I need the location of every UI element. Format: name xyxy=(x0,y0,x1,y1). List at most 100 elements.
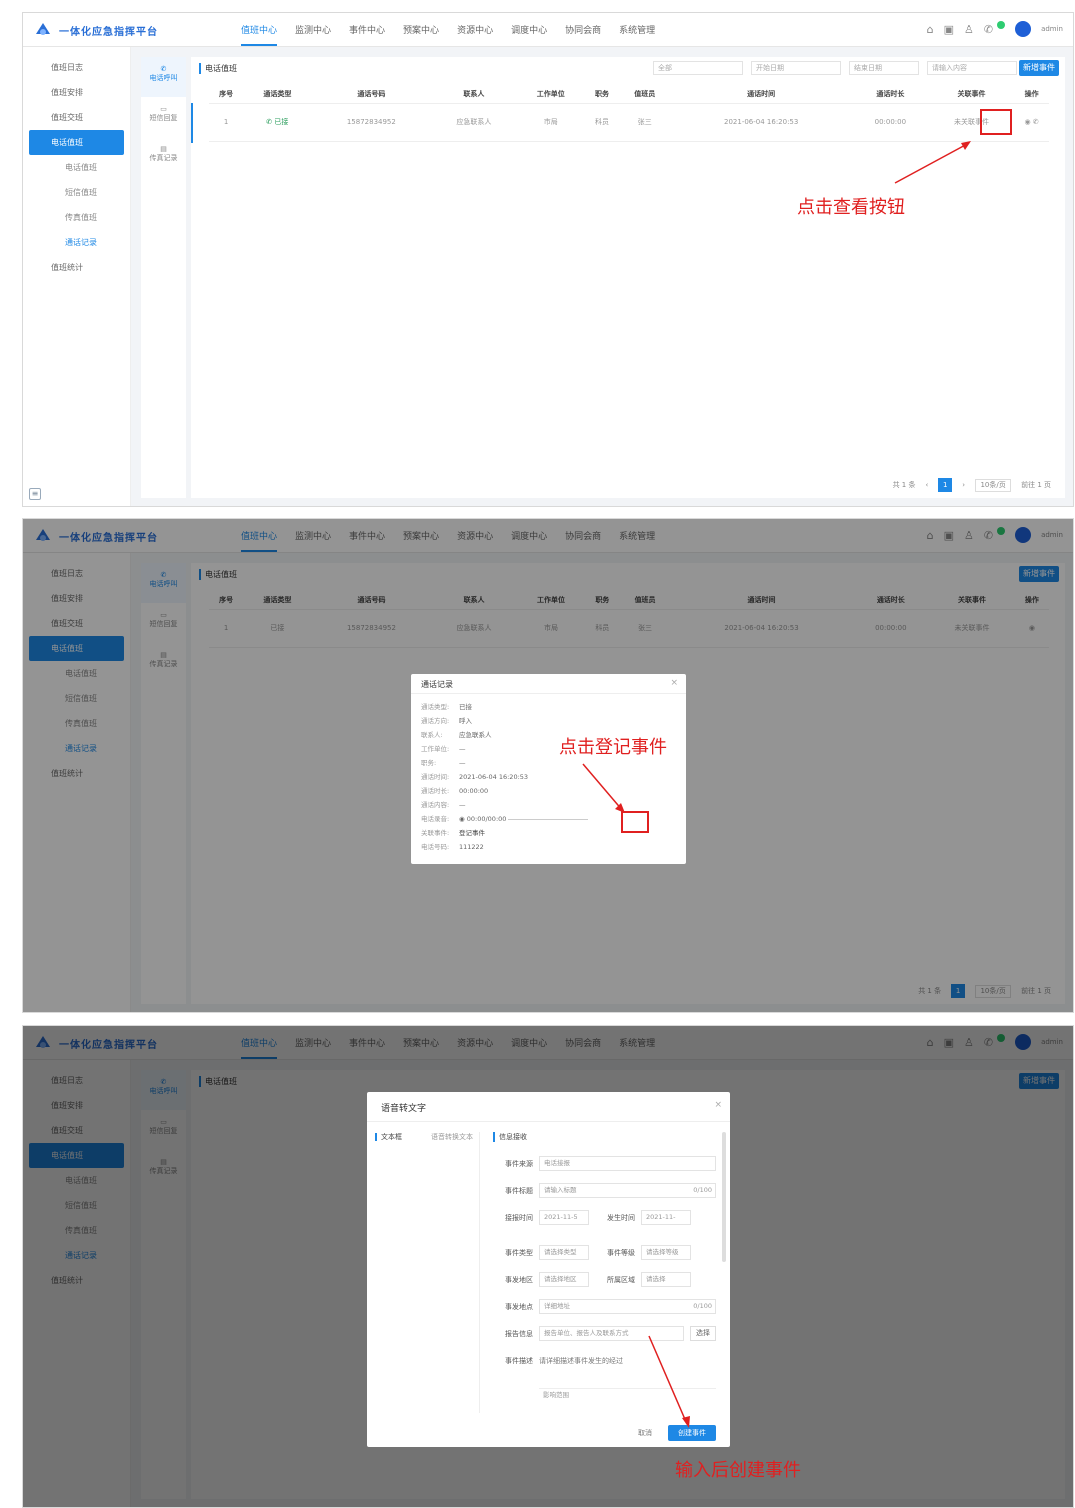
nav-item[interactable]: 调度中心 xyxy=(511,23,547,46)
event-level-select[interactable]: 请选择等级 xyxy=(641,1245,691,1260)
close-icon[interactable]: × xyxy=(714,1100,722,1110)
select-button[interactable]: 选择 xyxy=(690,1326,716,1341)
field-label: 接报时间 xyxy=(505,1213,533,1222)
location-input[interactable]: 详细地址 0/100 xyxy=(539,1299,716,1314)
col-header: 工作单位 xyxy=(536,89,565,98)
pagination: 共 1 条 ‹ 1 › 10条/页 前往 1 页 xyxy=(893,478,1051,492)
page-size-select[interactable]: 10条/页 xyxy=(975,478,1012,492)
event-title-input[interactable]: 请输入标题 0/100 xyxy=(539,1183,716,1198)
status-dot-icon xyxy=(997,21,1006,29)
sidebar-subitem[interactable]: 短信值班 xyxy=(23,180,130,205)
date-start-input[interactable]: 开始日期 xyxy=(751,61,841,75)
top-icons: ⌂ ▣ ♙ ✆ admin xyxy=(927,21,1063,37)
nav-item[interactable]: 监测中心 xyxy=(295,23,331,46)
phone-icon[interactable]: ✆ xyxy=(984,23,993,36)
nav-item[interactable]: 资源中心 xyxy=(457,23,493,46)
nav-item[interactable]: 协同会商 xyxy=(565,23,601,46)
cell: ✆ 已接 xyxy=(243,102,312,142)
event-source-input[interactable]: 电话接报 xyxy=(539,1156,716,1171)
prev-icon[interactable]: ‹ xyxy=(925,481,928,489)
field-key: 关联事件: xyxy=(421,829,450,837)
table-row[interactable]: 1 ✆ 已接 15872834952 应急联系人 市局 科员 张三 2021-0… xyxy=(209,102,1049,142)
form-row: 事件来源 电话接报 xyxy=(493,1150,716,1177)
main-content: 电话值班 全部 开始日期 结束日期 请输入内容 新增事件 序号 通话类型 通话号… xyxy=(191,57,1065,498)
sidebar-item[interactable]: 值班日志 xyxy=(23,55,130,80)
subnav-label: 短信回复 xyxy=(149,114,178,122)
cell: 应急联系人 xyxy=(431,102,517,142)
screenshot-panel-3: 一体化应急指挥平台 值班中心 监测中心 事件中心 预案中心 资源中心 调度中心 … xyxy=(22,1025,1074,1508)
sidebar-item[interactable]: 值班统计 xyxy=(23,255,130,280)
app-logo-icon xyxy=(36,23,50,35)
date-end-input[interactable]: 结束日期 xyxy=(849,61,919,75)
field-key: 联系人: xyxy=(421,731,443,739)
form-row: 事件标题 请输入标题 0/100 xyxy=(493,1177,716,1204)
nav-item[interactable]: 预案中心 xyxy=(403,23,439,46)
page-number[interactable]: 1 xyxy=(938,478,953,492)
field-label: 发生时间 xyxy=(607,1213,635,1222)
create-event-button[interactable]: 创建事件 xyxy=(668,1425,716,1441)
field-label: 事件标题 xyxy=(505,1186,533,1195)
subnav-item[interactable]: ▭短信回复 xyxy=(141,97,186,137)
char-count: 0/100 xyxy=(693,1186,712,1194)
home-icon[interactable]: ⌂ xyxy=(927,23,934,36)
col-header: 值班员 xyxy=(634,89,656,98)
record-field: 通话时长: 00:00:00 xyxy=(411,784,686,798)
region-select[interactable]: 请选择地区 xyxy=(539,1272,589,1287)
username[interactable]: admin xyxy=(1041,25,1063,33)
close-icon[interactable]: × xyxy=(670,678,678,688)
col-header: 关联事件 xyxy=(957,89,986,98)
audio-time: 00:00/00:00 xyxy=(466,815,507,823)
sidebar-item[interactable]: 值班交班 xyxy=(23,105,130,130)
description-text[interactable]: 请详细描述事件发生的经过 xyxy=(539,1356,623,1366)
field-key: 通话时长: xyxy=(421,787,450,795)
view-icon[interactable]: ◉ xyxy=(1024,118,1030,126)
report-time-input[interactable]: 2021-11-5 xyxy=(539,1210,589,1225)
sidebar-subitem-selected[interactable]: 通话记录 xyxy=(23,230,130,255)
scrollbar[interactable] xyxy=(722,1132,726,1262)
nav-item[interactable]: 系统管理 xyxy=(619,23,655,46)
type-select[interactable]: 全部 xyxy=(653,61,743,75)
subnav-label: 电话呼叫 xyxy=(149,74,178,82)
form-row: 接报时间 2021-11-5 发生时间 2021-11- xyxy=(493,1204,716,1231)
impact-input[interactable]: 影响范围 xyxy=(539,1388,716,1403)
goto-page[interactable]: 前往 1 页 xyxy=(1021,480,1051,490)
collapse-icon[interactable]: ≡ xyxy=(29,488,41,500)
field-value: 00:00:00 xyxy=(459,787,489,795)
sidebar-subitem[interactable]: 传真值班 xyxy=(23,205,130,230)
cancel-button[interactable]: 取消 xyxy=(630,1425,660,1441)
event-type-select[interactable]: 请选择类型 xyxy=(539,1245,589,1260)
field-value: 呼入 xyxy=(459,717,472,725)
placeholder: 请输入标题 xyxy=(544,1186,577,1194)
nav-item[interactable]: 事件中心 xyxy=(349,23,385,46)
record-field: 通话类型: 已接 xyxy=(411,700,686,714)
message-icon: ▭ xyxy=(160,105,167,113)
calendar-icon[interactable]: ▣ xyxy=(944,23,954,36)
fax-icon: ▤ xyxy=(160,145,167,153)
placeholder: 详细地址 xyxy=(544,1302,570,1310)
cell: ◉ ✆ xyxy=(1014,102,1049,142)
occur-time-input[interactable]: 2021-11- xyxy=(641,1210,691,1225)
sidebar-item[interactable]: 值班安排 xyxy=(23,80,130,105)
field-value: 应急联系人 xyxy=(459,731,492,739)
avatar[interactable] xyxy=(1015,21,1032,37)
nav-item[interactable]: 值班中心 xyxy=(241,23,278,46)
subnav-item[interactable]: ▤传真记录 xyxy=(141,137,186,177)
audio-progress[interactable] xyxy=(508,818,589,820)
text-panel-subtitle: 语音转换文本 xyxy=(431,1133,473,1141)
sidebar-subitem[interactable]: 电话值班 xyxy=(23,155,130,180)
field-label: 事件类型 xyxy=(505,1248,533,1257)
report-info-input[interactable]: 报告单位、报告人及联系方式 xyxy=(539,1326,684,1341)
callout-text: 点击查看按钮 xyxy=(797,197,905,218)
area-select[interactable]: 请选择 xyxy=(641,1272,691,1287)
sidebar-item-active[interactable]: 电话值班 xyxy=(29,130,124,155)
add-event-button[interactable]: 新增事件 xyxy=(1019,60,1059,76)
col-header: 序号 xyxy=(219,89,234,98)
call-icon[interactable]: ✆ xyxy=(1033,118,1039,126)
form-section-title: 信息接收 xyxy=(493,1132,716,1142)
subnav-item[interactable]: ✆电话呼叫 xyxy=(141,57,186,97)
next-icon[interactable]: › xyxy=(962,481,965,489)
keyword-input[interactable]: 请输入内容 xyxy=(927,61,1017,75)
user-icon[interactable]: ♙ xyxy=(964,23,974,36)
play-icon[interactable]: ◉ xyxy=(459,815,467,823)
register-event-link[interactable]: 登记事件 xyxy=(459,829,485,837)
